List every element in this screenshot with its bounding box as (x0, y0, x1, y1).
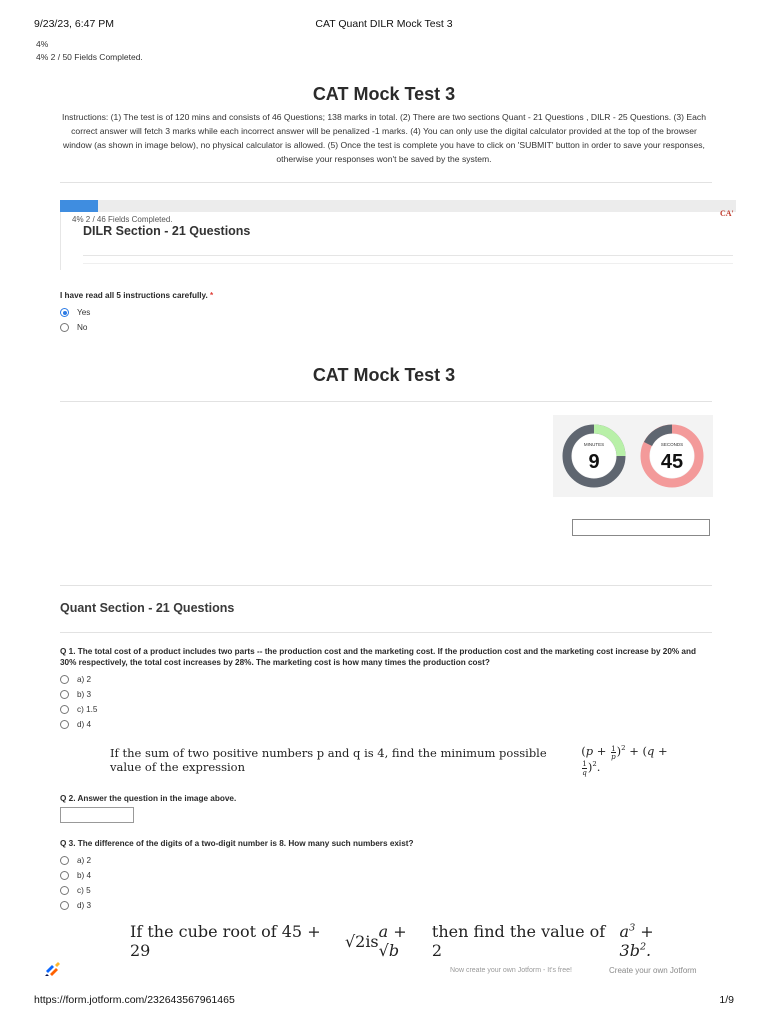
radio-option[interactable]: b) 4 (60, 868, 712, 883)
radio-option[interactable]: b) 3 (60, 687, 712, 702)
question-image: If the sum of two positive numbers p and… (110, 744, 670, 776)
math-a-plus-sqrt-b: a + √b (378, 922, 407, 960)
option-label: a) 2 (77, 856, 92, 865)
confirm-label-text: I have read all 5 instructions carefully… (60, 291, 208, 300)
radio-option-yes[interactable]: Yes (60, 305, 213, 320)
option-label: b) 4 (77, 871, 92, 880)
embedded-cat-text: CA' (720, 209, 734, 218)
question-image: If the cube root of 45 + 29 √2 is a + √b … (130, 922, 690, 960)
print-url: https://form.jotform.com/232643567961465 (34, 994, 235, 1006)
math-tail: a3 + 3b2. (619, 922, 654, 960)
print-title: CAT Quant DILR Mock Test 3 (315, 18, 453, 30)
option-label: No (77, 323, 88, 332)
question-label: Q 1. The total cost of a product include… (60, 647, 696, 667)
progress-percent: 4% (36, 39, 49, 49)
radio-button[interactable] (60, 901, 69, 910)
answer-input[interactable] (60, 807, 134, 823)
radio-option[interactable]: d) 3 (60, 898, 712, 913)
embedded-divider (83, 255, 733, 256)
radio-button[interactable] (60, 690, 69, 699)
radio-button[interactable] (60, 705, 69, 714)
question-image-text: is (365, 931, 379, 951)
embedded-progress-text: 4% 2 / 46 Fields Completed. (72, 215, 173, 224)
option-label: d) 3 (77, 901, 92, 910)
create-jotform-link[interactable]: Create your own Jotform (609, 966, 697, 975)
required-mark: * (210, 291, 214, 300)
seconds-label: SECONDS (661, 442, 683, 447)
question-image-text: If the cube root of 45 + 29 (130, 922, 321, 960)
divider (60, 585, 712, 586)
option-label: c) 1.5 (77, 705, 98, 714)
divider (60, 182, 712, 183)
confirm-question: I have read all 5 instructions carefully… (60, 290, 213, 335)
progress-fields: 4% 2 / 50 Fields Completed. (36, 52, 143, 62)
jotform-logo-icon[interactable] (44, 962, 62, 978)
instructions-text: Instructions: (1) The test is of 120 min… (61, 112, 707, 164)
divider (60, 632, 712, 633)
radio-option[interactable]: d) 4 (60, 717, 712, 732)
radio-option[interactable]: c) 1.5 (60, 702, 712, 717)
embedded-section-title: DILR Section - 21 Questions (83, 224, 251, 238)
countdown-timer: MINUTES 9 SECONDS 45 (553, 415, 713, 497)
embedded-divider (83, 263, 733, 264)
radio-button[interactable] (60, 856, 69, 865)
confirm-label: I have read all 5 instructions carefully… (60, 290, 213, 301)
divider (60, 401, 712, 402)
radio-button[interactable] (60, 720, 69, 729)
option-label: c) 5 (77, 886, 91, 895)
embedded-progress-fill (60, 200, 98, 212)
question-image-text: If the sum of two positive numbers p and… (110, 746, 547, 774)
option-label: d) 4 (77, 720, 92, 729)
question-1: Q 1. The total cost of a product include… (60, 646, 712, 732)
question-3: Q 3. The difference of the digits of a t… (60, 838, 712, 913)
radio-option[interactable]: a) 2 (60, 672, 712, 687)
form-title-repeat: CAT Mock Test 3 (312, 365, 456, 385)
form-title: CAT Mock Test 3 (312, 84, 456, 104)
embedded-progress-bar (60, 200, 736, 212)
text-input[interactable] (572, 519, 710, 536)
quant-section-title: Quant Section - 21 Questions (60, 601, 235, 615)
minutes-label: MINUTES (584, 442, 604, 447)
print-page-number: 1/9 (719, 994, 734, 1006)
option-label: Yes (77, 308, 91, 317)
progress-status: 4% 4% 2 / 50 Fields Completed. (36, 38, 143, 64)
question-image-text: then find the value of 2 (431, 922, 606, 960)
option-label: b) 3 (77, 690, 92, 699)
footer-note: Now create your own Jotform - It's free! (450, 967, 572, 974)
radio-option-no[interactable]: No (60, 320, 213, 335)
radio-button[interactable] (60, 308, 69, 317)
minutes-gauge: MINUTES 9 (562, 424, 626, 488)
minutes-value: 9 (588, 451, 599, 473)
seconds-gauge: SECONDS 45 (640, 424, 704, 488)
radio-option[interactable]: c) 5 (60, 883, 712, 898)
math-expression: (p + 1 p)2 + (q + 1 q)2. (581, 743, 668, 777)
seconds-value: 45 (661, 451, 683, 473)
question-label: Q 3. The difference of the digits of a t… (60, 839, 414, 848)
radio-button[interactable] (60, 675, 69, 684)
option-label: a) 2 (77, 675, 92, 684)
radio-option[interactable]: a) 2 (60, 853, 712, 868)
radio-button[interactable] (60, 886, 69, 895)
radio-button[interactable] (60, 871, 69, 880)
question-2-label: Q 2. Answer the question in the image ab… (60, 794, 237, 803)
math-sqrt-2: √2 (344, 931, 366, 951)
radio-button[interactable] (60, 323, 69, 332)
